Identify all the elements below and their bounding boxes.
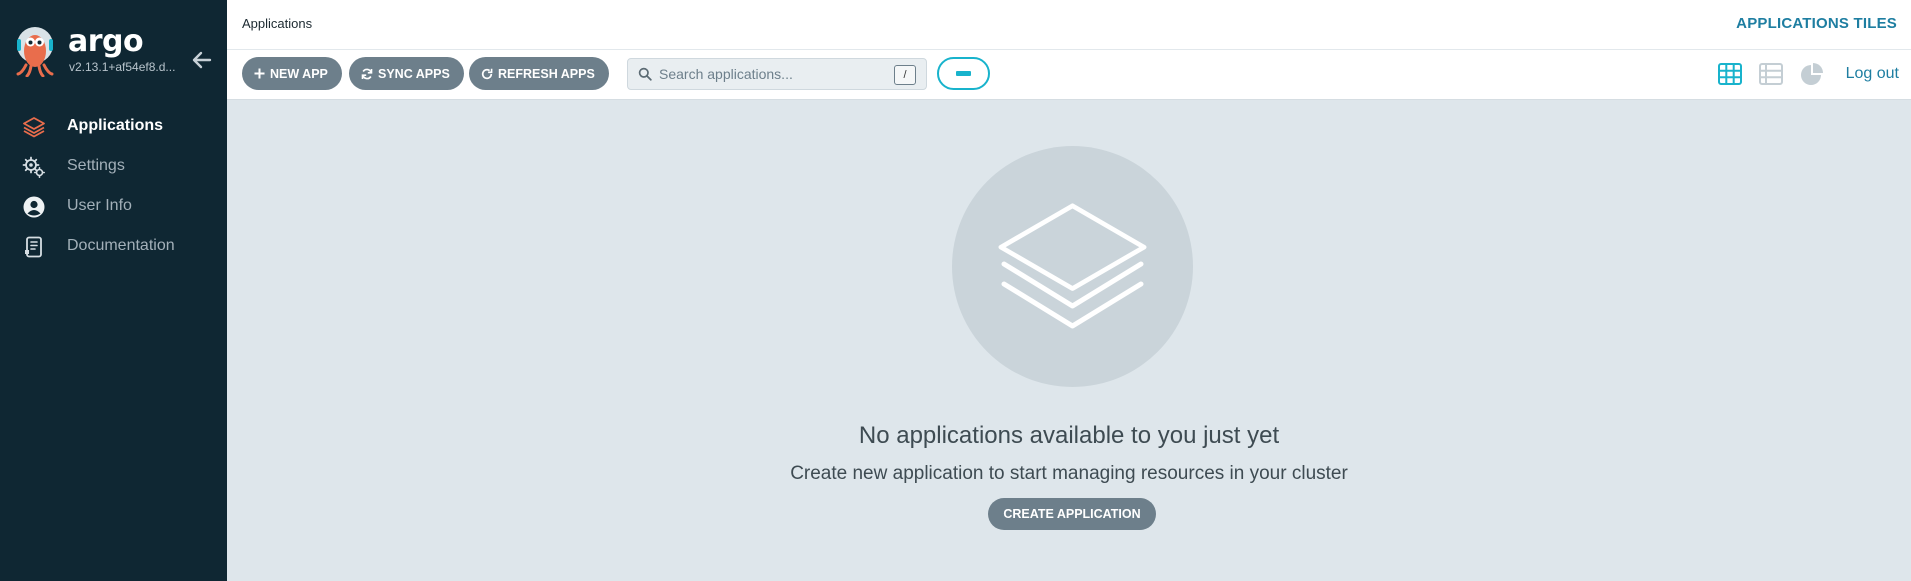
search-icon (638, 67, 652, 81)
sidebar-nav: Applications Settings User Info Document… (0, 106, 227, 266)
sidebar-item-label: Settings (67, 157, 125, 174)
top-header: Applications APPLICATIONS TILES (227, 0, 1911, 50)
sidebar-item-documentation[interactable]: Documentation (0, 226, 227, 266)
book-icon (25, 236, 42, 258)
refresh-apps-button[interactable]: REFRESH APPS (469, 57, 609, 90)
empty-state-title: No applications available to you just ye… (858, 422, 1280, 449)
new-app-button[interactable]: NEW APP (242, 57, 342, 90)
layers-icon (998, 203, 1147, 329)
brand-name: argo (68, 24, 144, 59)
sidebar-item-label: User Info (67, 197, 132, 214)
search-box[interactable]: / (627, 58, 927, 90)
logout-link[interactable]: Log out (1846, 65, 1899, 83)
argo-mascot-logo (16, 27, 54, 77)
version-label: v2.13.1+af54ef8.d... (69, 60, 176, 74)
refresh-apps-label: REFRESH APPS (498, 66, 595, 81)
search-input[interactable] (659, 64, 889, 84)
sync-apps-label: SYNC APPS (378, 66, 450, 81)
sidebar-item-settings[interactable]: Settings (0, 146, 227, 186)
list-view-icon[interactable] (1758, 62, 1784, 86)
new-app-label: NEW APP (270, 66, 328, 81)
create-application-button[interactable]: CREATE APPLICATION (988, 498, 1156, 530)
refresh-icon (481, 68, 493, 80)
gears-icon (22, 156, 45, 178)
main-content: No applications available to you just ye… (227, 100, 1911, 581)
tiles-view-icon[interactable] (1717, 62, 1743, 86)
search-shortcut-key: / (894, 65, 916, 85)
filters-toggle-button[interactable] (937, 57, 990, 90)
collapse-sidebar-arrow-icon[interactable] (190, 48, 214, 72)
sidebar-item-user-info[interactable]: User Info (0, 186, 227, 226)
breadcrumb[interactable]: Applications (242, 16, 312, 31)
user-circle-icon (23, 196, 45, 218)
layers-icon (23, 117, 45, 138)
sync-apps-button[interactable]: SYNC APPS (349, 57, 464, 90)
empty-state-subtitle: Create new application to start managing… (790, 463, 1348, 484)
sidebar: argo v2.13.1+af54ef8.d... Applications S… (0, 0, 227, 581)
sidebar-item-applications[interactable]: Applications (0, 106, 227, 146)
filter-indicator-icon (956, 71, 971, 76)
summary-pie-chart-icon[interactable] (1799, 62, 1825, 86)
logo-row: argo v2.13.1+af54ef8.d... (14, 22, 214, 80)
page-title: APPLICATIONS TILES (1736, 15, 1897, 32)
sidebar-item-label: Documentation (67, 237, 175, 254)
plus-icon (254, 68, 265, 79)
toolbar: NEW APP SYNC APPS REFRESH APPS / (227, 50, 1911, 100)
sync-icon (361, 68, 373, 80)
sidebar-item-label: Applications (67, 117, 164, 134)
empty-state-illustration (952, 146, 1193, 387)
